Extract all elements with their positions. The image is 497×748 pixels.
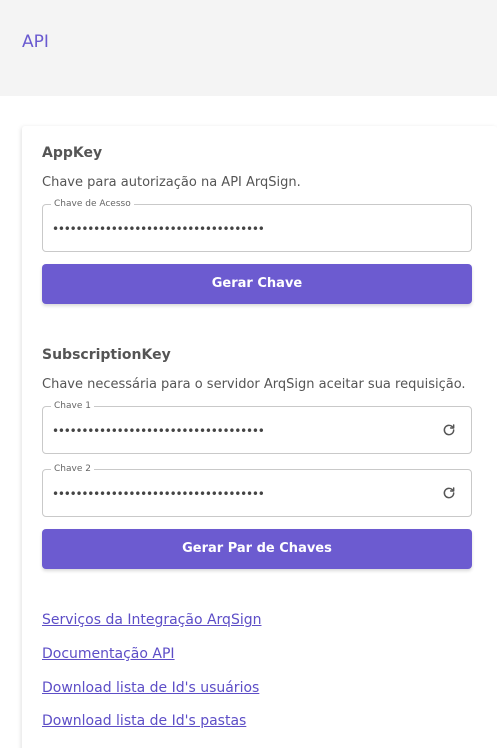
key1-value[interactable]: •••••••••••••••••••••••••••••••••••• [52, 424, 412, 438]
page-title: API [22, 32, 49, 52]
key2-field[interactable]: Chave 2 ••••••••••••••••••••••••••••••••… [42, 464, 472, 517]
link-download-folder-ids[interactable]: Download lista de Id's pastas [42, 713, 246, 729]
refresh-icon[interactable] [441, 485, 457, 501]
refresh-icon[interactable] [441, 422, 457, 438]
access-key-value[interactable]: •••••••••••••••••••••••••••••••••••• [52, 222, 412, 236]
link-download-user-ids[interactable]: Download lista de Id's usuários [42, 680, 259, 696]
subscription-title: SubscriptionKey [42, 347, 171, 363]
key1-field[interactable]: Chave 1 ••••••••••••••••••••••••••••••••… [42, 401, 472, 454]
page-header: API [0, 0, 497, 96]
subscription-description: Chave necessária para o servidor ArqSign… [42, 377, 466, 392]
generate-key-pair-button[interactable]: Gerar Par de Chaves [42, 529, 472, 569]
appkey-description: Chave para autorização na API ArqSign. [42, 175, 301, 190]
appkey-title: AppKey [42, 145, 103, 161]
key2-label: Chave 2 [51, 464, 94, 474]
generate-key-button[interactable]: Gerar Chave [42, 264, 472, 304]
link-integration-services[interactable]: Serviços da Integração ArqSign [42, 612, 261, 628]
key1-label: Chave 1 [51, 401, 94, 411]
access-key-label: Chave de Acesso [51, 199, 134, 209]
link-api-documentation[interactable]: Documentação API [42, 646, 175, 662]
access-key-field[interactable]: Chave de Acesso ••••••••••••••••••••••••… [42, 199, 472, 252]
key2-value[interactable]: •••••••••••••••••••••••••••••••••••• [52, 487, 412, 501]
